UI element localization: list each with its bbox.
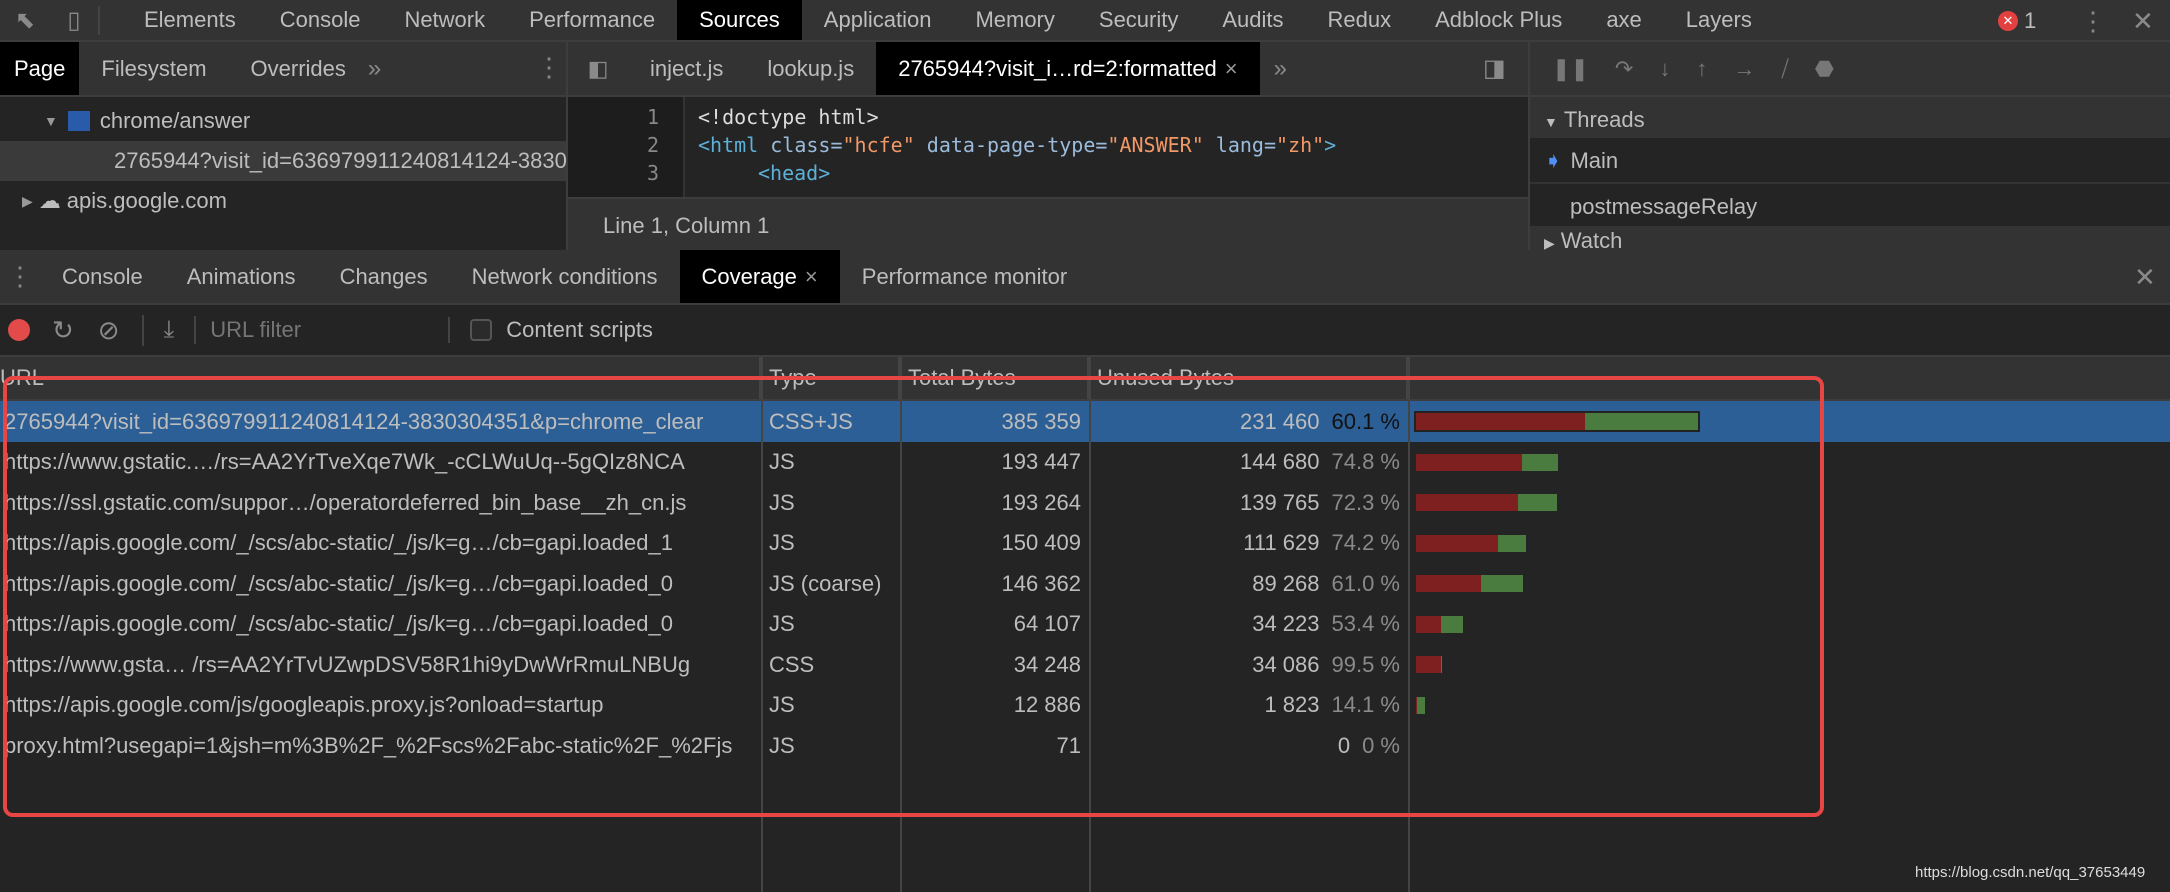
- tab-overrides[interactable]: Overrides: [229, 42, 368, 95]
- drawer-tab-bar: ⋮ Console Animations Changes Network condit…: [0, 250, 2170, 305]
- close-drawer-icon[interactable]: ✕: [2134, 262, 2156, 293]
- tab-sources[interactable]: Sources: [677, 0, 802, 40]
- error-icon: ✕: [1998, 11, 2018, 31]
- main-tab-bar: ⬉ ▯ Elements Console Network Performance Sou…: [0, 0, 2170, 42]
- more-tabs-icon[interactable]: »: [368, 42, 381, 95]
- watch-header[interactable]: ▶ Watch: [1530, 226, 2170, 250]
- drawer-tab-performance-monitor[interactable]: Performance monitor: [840, 250, 1089, 303]
- current-thread-icon: ➧: [1544, 148, 1563, 173]
- drawer-tab-console[interactable]: Console: [40, 250, 165, 303]
- drawer-tab-network-conditions[interactable]: Network conditions: [450, 250, 680, 303]
- clear-icon[interactable]: ⊘: [98, 314, 144, 346]
- tab-audits[interactable]: Audits: [1200, 0, 1305, 40]
- tab-security[interactable]: Security: [1077, 0, 1200, 40]
- toggle-navigator-icon[interactable]: ◧: [568, 42, 628, 95]
- threads-header[interactable]: ▼ Threads: [1530, 97, 2170, 138]
- tree-file[interactable]: 2765944?visit_id=636979911240814124-3830…: [0, 141, 566, 181]
- close-devtools-icon[interactable]: ✕: [2132, 6, 2154, 37]
- file-navigator: ▼ chrome/answer 2765944?visit_id=63697991…: [0, 97, 568, 250]
- content-scripts-label: Content scripts: [506, 317, 653, 342]
- tab-axe[interactable]: axe: [1584, 0, 1663, 40]
- more-options-icon[interactable]: ⋮: [2080, 6, 2106, 37]
- deactivate-breakpoints-icon[interactable]: ⧸: [1781, 56, 1788, 82]
- device-toolbar-icon[interactable]: ▯: [50, 5, 100, 35]
- status-bar: Line 1, Column 1: [568, 197, 1528, 250]
- tab-performance[interactable]: Performance: [507, 0, 677, 40]
- debugger-sidebar: ▼ Threads ➧ Main postmessageRelay ▶ Watch: [1530, 97, 2170, 250]
- coverage-toolbar: ↻ ⊘ ⤓ Content scripts: [0, 305, 2170, 357]
- sources-header-row: Page Filesystem Overrides » ⋮ ◧ inject.j…: [0, 42, 2170, 97]
- record-icon[interactable]: [8, 319, 30, 341]
- highlight-rectangle: [3, 376, 1824, 817]
- error-badge[interactable]: ✕ 1: [1998, 8, 2036, 34]
- tab-adblock-plus[interactable]: Adblock Plus: [1413, 0, 1584, 40]
- tab-layers[interactable]: Layers: [1664, 0, 1774, 40]
- watermark: https://blog.csdn.net/qq_37653449: [1915, 864, 2146, 881]
- tab-redux[interactable]: Redux: [1306, 0, 1414, 40]
- step-over-icon[interactable]: ↷: [1615, 56, 1633, 82]
- export-icon[interactable]: ⤓: [164, 316, 197, 344]
- code-line-2: <html class="hcfe" data-page-type="ANSWE…: [698, 133, 1337, 157]
- code-line-1: <!doctype html>: [698, 105, 879, 129]
- tree-domain[interactable]: ▶ ☁ apis.google.com: [0, 181, 566, 221]
- url-filter-input[interactable]: [210, 317, 451, 343]
- navigator-menu-icon[interactable]: ⋮: [536, 52, 562, 83]
- cloud-icon: ☁: [38, 188, 61, 213]
- thread-postmessage[interactable]: postmessageRelay: [1530, 182, 2170, 226]
- editor-tab-inject[interactable]: inject.js: [628, 42, 745, 95]
- step-out-icon[interactable]: ↑: [1696, 56, 1707, 82]
- tab-application[interactable]: Application: [802, 0, 954, 40]
- tab-page[interactable]: Page: [0, 42, 80, 95]
- drawer-tab-animations[interactable]: Animations: [165, 250, 318, 303]
- folder-icon: [67, 111, 90, 131]
- pause-on-exceptions-icon[interactable]: ⬣: [1815, 56, 1834, 82]
- editor-tab-formatted[interactable]: 2765944?visit_i…rd=2:formatted ×: [876, 42, 1260, 95]
- code-line-3: <head>: [758, 161, 831, 185]
- tab-network[interactable]: Network: [382, 0, 507, 40]
- thread-main[interactable]: ➧ Main: [1530, 138, 2170, 182]
- reload-icon[interactable]: ↻: [52, 315, 74, 346]
- inspect-element-icon[interactable]: ⬉: [0, 6, 50, 35]
- tab-memory[interactable]: Memory: [953, 0, 1076, 40]
- tab-elements[interactable]: Elements: [122, 0, 258, 40]
- drawer-tab-coverage[interactable]: Coverage ×: [679, 250, 840, 303]
- drawer-tab-changes[interactable]: Changes: [318, 250, 450, 303]
- tree-folder[interactable]: ▼ chrome/answer: [0, 101, 566, 141]
- close-coverage-icon[interactable]: ×: [805, 264, 818, 290]
- editor-tab-lookup[interactable]: lookup.js: [745, 42, 876, 95]
- pause-icon[interactable]: ❚❚: [1552, 56, 1589, 82]
- content-scripts-checkbox[interactable]: [470, 319, 493, 341]
- drawer-menu-icon[interactable]: ⋮: [0, 261, 40, 292]
- tab-console[interactable]: Console: [258, 0, 383, 40]
- close-tab-icon[interactable]: ×: [1225, 56, 1238, 82]
- code-editor[interactable]: 123 <!doctype html> <html class="hcfe" d…: [568, 97, 1530, 250]
- more-editor-tabs-icon[interactable]: »: [1274, 42, 1287, 95]
- toggle-debugger-icon[interactable]: ◨: [1483, 54, 1506, 83]
- step-icon[interactable]: →: [1733, 56, 1755, 82]
- tab-filesystem[interactable]: Filesystem: [79, 42, 228, 95]
- step-into-icon[interactable]: ↓: [1659, 56, 1670, 82]
